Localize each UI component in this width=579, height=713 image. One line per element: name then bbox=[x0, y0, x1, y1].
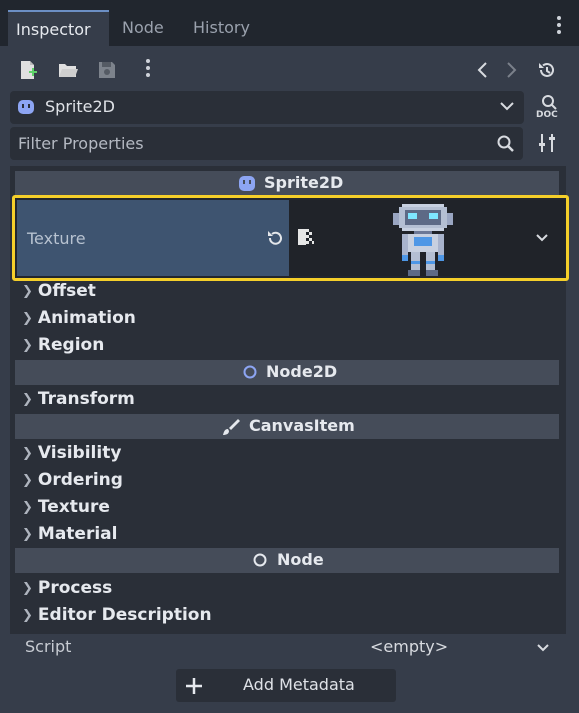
group-animation[interactable]: ❯ Animation bbox=[22, 306, 136, 331]
group-region[interactable]: ❯ Region bbox=[22, 333, 104, 358]
texture-value-picker[interactable] bbox=[289, 200, 566, 276]
section-node: Node bbox=[15, 548, 559, 573]
revert-icon[interactable] bbox=[265, 228, 285, 252]
chevron-right-icon: ❯ bbox=[22, 446, 33, 461]
group-texture[interactable]: ❯ Texture bbox=[22, 495, 110, 520]
group-label: Offset bbox=[37, 281, 96, 301]
chevron-right-icon: ❯ bbox=[22, 392, 33, 407]
open-folder-icon[interactable] bbox=[57, 59, 79, 81]
script-label: Script bbox=[25, 637, 72, 656]
tab-label: History bbox=[193, 18, 250, 37]
filter-placeholder: Filter Properties bbox=[18, 134, 144, 153]
doc-label: DOC bbox=[536, 110, 558, 120]
add-metadata-button[interactable]: Add Metadata bbox=[176, 669, 396, 702]
texture-label-cell: Texture bbox=[17, 200, 289, 276]
chevron-down-icon bbox=[499, 97, 515, 119]
section-canvasitem: CanvasItem bbox=[15, 414, 559, 439]
group-editor-description[interactable]: ❯ Editor Description bbox=[22, 603, 212, 628]
chevron-down-icon[interactable] bbox=[535, 230, 549, 249]
group-label: Visibility bbox=[37, 443, 122, 463]
sprite2d-icon bbox=[238, 175, 256, 196]
chevron-right-icon: ❯ bbox=[22, 338, 33, 353]
tab-bar: Inspector Node History bbox=[0, 0, 579, 46]
chevron-right-icon: ❯ bbox=[22, 608, 33, 623]
group-label: Transform bbox=[37, 389, 135, 409]
forward-icon[interactable] bbox=[500, 59, 522, 81]
history-icon[interactable] bbox=[536, 59, 558, 81]
filter-properties-input[interactable]: Filter Properties bbox=[10, 127, 523, 160]
brush-icon bbox=[222, 418, 240, 440]
chevron-right-icon: ❯ bbox=[22, 284, 33, 299]
group-label: Texture bbox=[37, 497, 110, 517]
tab-label: Node bbox=[122, 18, 164, 37]
group-label: Material bbox=[37, 524, 118, 544]
settings-icon[interactable] bbox=[536, 132, 558, 158]
group-label: Region bbox=[37, 335, 105, 355]
node-selector[interactable]: Sprite2D bbox=[10, 91, 524, 124]
section-title: Node2D bbox=[266, 362, 338, 381]
new-resource-icon[interactable] bbox=[17, 59, 39, 81]
texture-property-row: Texture bbox=[12, 195, 569, 281]
node-icon bbox=[252, 552, 268, 572]
back-icon[interactable] bbox=[472, 59, 494, 81]
group-material[interactable]: ❯ Material bbox=[22, 522, 117, 547]
section-sprite2d: Sprite2D bbox=[15, 171, 559, 196]
script-property-row: Script <empty> bbox=[15, 634, 560, 660]
tab-menu-icon[interactable] bbox=[554, 16, 564, 42]
tab-inspector[interactable]: Inspector bbox=[8, 10, 109, 46]
group-label: Ordering bbox=[37, 470, 123, 490]
group-label: Animation bbox=[37, 308, 136, 328]
tab-history[interactable]: History bbox=[193, 10, 250, 46]
chevron-right-icon: ❯ bbox=[22, 527, 33, 542]
save-icon[interactable] bbox=[96, 59, 118, 81]
group-transform[interactable]: ❯ Transform bbox=[22, 387, 135, 412]
chevron-right-icon: ❯ bbox=[22, 311, 33, 326]
node2d-icon bbox=[242, 364, 258, 384]
add-metadata-label: Add Metadata bbox=[243, 675, 355, 694]
more-icon[interactable] bbox=[143, 59, 153, 81]
search-icon bbox=[496, 134, 516, 158]
section-node2d: Node2D bbox=[15, 360, 559, 385]
script-value[interactable]: <empty> bbox=[370, 637, 448, 656]
group-process[interactable]: ❯ Process bbox=[22, 576, 112, 601]
tab-label: Inspector bbox=[16, 20, 91, 39]
section-title: Sprite2D bbox=[264, 173, 344, 192]
group-label: Editor Description bbox=[37, 605, 212, 625]
doc-button[interactable]: DOC bbox=[535, 93, 561, 123]
group-ordering[interactable]: ❯ Ordering bbox=[22, 468, 123, 493]
chevron-right-icon: ❯ bbox=[22, 473, 33, 488]
texture-resource-icon bbox=[296, 227, 316, 251]
group-label: Process bbox=[37, 578, 113, 598]
tab-node[interactable]: Node bbox=[122, 10, 164, 46]
chevron-right-icon: ❯ bbox=[22, 500, 33, 515]
group-offset[interactable]: ❯ Offset bbox=[22, 279, 96, 304]
chevron-down-icon[interactable] bbox=[536, 640, 550, 659]
group-visibility[interactable]: ❯ Visibility bbox=[22, 441, 121, 466]
texture-label: Texture bbox=[27, 229, 86, 248]
sprite2d-icon bbox=[17, 98, 35, 120]
node-selector-value: Sprite2D bbox=[45, 97, 115, 116]
plus-icon bbox=[184, 676, 204, 700]
section-title: CanvasItem bbox=[249, 416, 355, 435]
robot-sprite-preview bbox=[393, 204, 453, 280]
chevron-right-icon: ❯ bbox=[22, 581, 33, 596]
section-title: Node bbox=[277, 550, 324, 569]
